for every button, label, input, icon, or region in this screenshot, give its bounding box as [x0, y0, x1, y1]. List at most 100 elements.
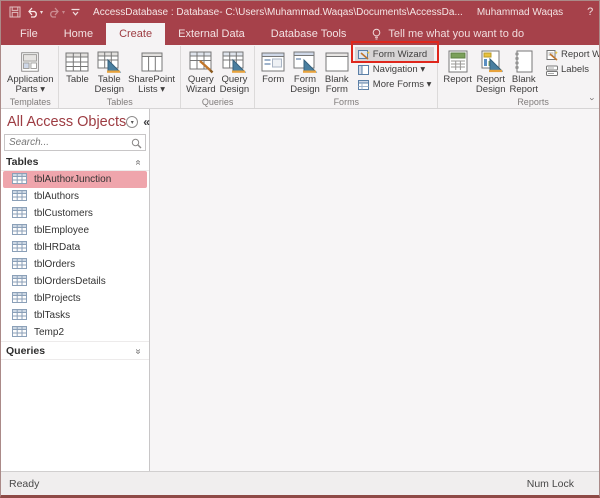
ribbon-group-queries: Query Wizard Query Design Queries: [181, 46, 256, 108]
table-object-icon: [12, 308, 27, 323]
nav-item-label: tblTasks: [34, 310, 71, 321]
group-label-reports: Reports: [517, 97, 549, 107]
form-button[interactable]: Form: [258, 47, 288, 86]
nav-item-tblAuthorJunction[interactable]: tblAuthorJunction: [3, 171, 147, 188]
table-design-button[interactable]: Table Design: [92, 47, 126, 96]
report-button[interactable]: Report: [441, 47, 474, 86]
navigation-button[interactable]: Navigation ▾: [355, 62, 435, 77]
lightbulb-icon: [373, 28, 381, 39]
status-text: Ready: [9, 477, 40, 490]
blank-report-label-line2: Report: [509, 84, 539, 95]
nav-item-tblCustomers[interactable]: tblCustomers: [3, 205, 147, 222]
report-label: Report: [443, 74, 472, 85]
nav-item-tblHRData[interactable]: tblHRData: [3, 239, 147, 256]
minimize-button[interactable]: –: [593, 1, 599, 23]
ribbon-group-reports: Report Report Design Blank Report Report…: [438, 46, 599, 108]
nav-item-label: tblAuthorJunction: [34, 174, 112, 185]
search-input[interactable]: [4, 134, 146, 151]
nav-item-Temp2[interactable]: Temp2: [3, 324, 147, 341]
group-label-forms: Forms: [333, 97, 360, 107]
nav-item-tblTasks[interactable]: tblTasks: [3, 307, 147, 324]
tell-me-box[interactable]: Tell me what you want to do: [371, 23, 524, 45]
report-icon: [446, 48, 470, 75]
blank-form-button[interactable]: Blank Form: [322, 47, 352, 96]
table-object-icon: [12, 223, 27, 238]
nav-item-label: tblHRData: [34, 242, 81, 253]
report-wizard-label: Report Wizard: [561, 49, 599, 60]
nav-item-label: tblEmployee: [34, 225, 90, 236]
quick-access-toolbar: ▾ ▾: [9, 6, 81, 18]
more-forms-button[interactable]: More Forms ▾: [355, 77, 435, 92]
nav-item-tblProjects[interactable]: tblProjects: [3, 290, 147, 307]
form-wizard-button[interactable]: Form Wizard: [350, 41, 440, 63]
form-design-label-line2: Design: [290, 84, 320, 95]
nav-item-tblAuthors[interactable]: tblAuthors: [3, 188, 147, 205]
ribbon-group-forms: Form Form Design Blank Form Form Wizard …: [255, 41, 440, 108]
query-design-label-line2: Design: [219, 84, 250, 95]
query-design-button[interactable]: Query Design: [218, 47, 252, 96]
more-forms-label: More Forms ▾: [372, 79, 432, 90]
redo-dropdown-icon[interactable]: ▾: [62, 9, 65, 16]
redo-icon[interactable]: ▾: [48, 6, 65, 18]
shutter-bar-close-icon[interactable]: «: [143, 115, 150, 129]
nav-item-tblEmployee[interactable]: tblEmployee: [3, 222, 147, 239]
form-design-button[interactable]: Form Design: [288, 47, 322, 96]
ribbon-group-tables: Table Table Design SharePoint Lists ▾ Ta…: [59, 46, 182, 108]
nav-item-tblOrders[interactable]: tblOrders: [3, 256, 147, 273]
tell-me-label: Tell me what you want to do: [388, 28, 525, 40]
blank-report-button[interactable]: Blank Report: [508, 47, 541, 96]
sharepoint-lists-icon: [139, 48, 165, 75]
labels-icon: [546, 64, 559, 76]
table-design-label-line2: Design: [94, 84, 125, 95]
workspace: All Access Objects ▾ « Tables « tblAutho…: [1, 109, 599, 471]
search-icon[interactable]: [131, 138, 142, 152]
tab-home[interactable]: Home: [51, 23, 106, 45]
signed-in-user[interactable]: Muhammad Waqas: [477, 7, 563, 18]
query-wizard-icon: [188, 48, 214, 75]
table-object-icon: [12, 206, 27, 221]
navigation-pane-title: All Access Objects: [7, 114, 127, 130]
query-wizard-button[interactable]: Query Wizard: [184, 47, 218, 96]
tab-file[interactable]: File: [7, 23, 51, 45]
sharepoint-lists-button[interactable]: SharePoint Lists ▾: [126, 47, 177, 96]
nav-item-tblOrdersDetails[interactable]: tblOrdersDetails: [3, 273, 147, 290]
document-area: [150, 109, 599, 471]
table-label: Table: [66, 74, 89, 85]
customize-quick-access-icon[interactable]: [70, 7, 81, 18]
tab-external-data[interactable]: External Data: [165, 23, 258, 45]
report-wizard-button[interactable]: Report Wizard: [543, 47, 599, 62]
table-object-icon: [12, 291, 27, 306]
table-object-icon: [12, 325, 27, 340]
tab-database-tools[interactable]: Database Tools: [258, 23, 360, 45]
table-object-icon: [12, 189, 27, 204]
nav-item-label: tblCustomers: [34, 208, 93, 219]
undo-icon[interactable]: ▾: [26, 6, 43, 18]
report-design-icon: [479, 48, 503, 75]
form-design-icon: [292, 48, 318, 75]
expand-section-icon[interactable]: «: [133, 346, 144, 357]
tab-create[interactable]: Create: [106, 23, 166, 45]
undo-dropdown-icon[interactable]: ▾: [40, 9, 43, 16]
nav-item-label: tblOrders: [34, 259, 76, 270]
application-parts-button[interactable]: Application Parts ▾: [5, 47, 55, 96]
section-header-tables[interactable]: Tables «: [1, 153, 149, 171]
form-wizard-icon: [357, 49, 370, 61]
collapse-section-icon[interactable]: «: [133, 157, 144, 168]
form-wizard-label: Form Wizard: [372, 49, 428, 60]
ribbon-create: Application Parts ▾ Templates Table Tabl…: [1, 41, 599, 109]
collapse-ribbon-icon[interactable]: ›: [588, 94, 598, 105]
section-header-queries[interactable]: Queries «: [1, 341, 149, 360]
form-label: Form: [262, 74, 285, 85]
window-controls: – □ ×: [593, 1, 599, 23]
queries-section-label: Queries: [6, 345, 46, 357]
navigation-menu-icon[interactable]: ▾: [126, 116, 139, 128]
labels-button[interactable]: Labels: [543, 62, 599, 77]
blank-report-icon: [512, 48, 536, 75]
sharepoint-lists-label-line2: Lists ▾: [138, 84, 166, 95]
report-design-button[interactable]: Report Design: [474, 47, 508, 96]
save-icon[interactable]: [9, 6, 21, 18]
access-window: ▾ ▾ AccessDatabase : Database- C:\Users\…: [0, 0, 600, 498]
table-button[interactable]: Table: [62, 47, 92, 86]
labels-label: Labels: [561, 64, 590, 75]
nav-item-label: tblAuthors: [34, 191, 80, 202]
